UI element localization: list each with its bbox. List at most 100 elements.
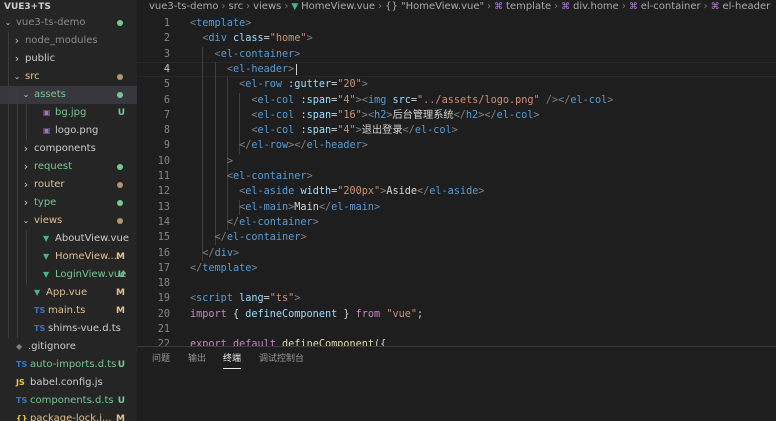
code-line[interactable]: 10 > [137,154,776,169]
tree-item[interactable]: ⌄ views [0,212,137,230]
tree-item[interactable]: › request [0,158,137,176]
code-token: :span [300,94,332,106]
line-number: 13 [157,201,170,213]
code-line[interactable]: 7 <el-col :span="16"><h2>后台管理系统</h2></el… [137,108,776,123]
chevron-down-icon[interactable]: ⌄ [13,68,21,86]
breadcrumb-item[interactable]: template [506,1,551,12]
breadcrumb-item[interactable]: src [228,1,243,12]
tree-item[interactable]: TS auto-imports.d.ts U [0,356,137,374]
indent-guide [26,248,27,266]
code-line[interactable]: 6 <el-col :span="4"><img src="../assets/… [137,93,776,108]
code-token: "20" [337,79,362,91]
code-line[interactable]: 16 </div> [137,246,776,261]
code-token: defineComponent [282,339,375,346]
code-line[interactable]: 20 import { defineComponent } from "vue"; [137,307,776,322]
indent-guide [8,122,9,140]
tree-item[interactable]: ▼ App.vue M [0,284,137,302]
breadcrumb-item[interactable]: {} "HomeView.vue" [385,1,484,12]
tree-item[interactable]: ⌄ assets [0,86,137,104]
tree-item[interactable]: ▣ bg.jpg U [0,104,137,122]
code-line[interactable]: 22 export default defineComponent({ [137,337,776,346]
tree-item[interactable]: › public [0,50,137,68]
code-line[interactable]: 3 <el-container> [137,47,776,62]
code-token: > [294,48,301,60]
code-text: > [190,154,233,169]
git-status-dot [117,218,123,224]
code-line[interactable]: 19 <script lang="ts"> [137,291,776,306]
tree-item[interactable]: ▼ AboutView.vue [0,230,137,248]
line-number: 8 [163,125,170,137]
tree-item[interactable]: ◆ .gitignore [0,338,137,356]
code-line[interactable]: 2 <div class="home"> [137,31,776,46]
code-editor[interactable]: 1 <template> 2 <div class="home"> 3 <el-con… [137,14,776,346]
code-text: </div> [190,246,239,261]
indent-guide [17,212,18,230]
code-line[interactable]: 21 [137,322,776,337]
tree-item[interactable]: › components [0,140,137,158]
tree-item[interactable]: TS shims-vue.d.ts [0,320,137,338]
code-line[interactable]: 5 <el-row :gutter="20"> [137,77,776,92]
code-line[interactable]: 9 </el-row></el-header> [137,138,776,153]
breadcrumb-item[interactable]: div.home [573,1,619,12]
tree-item-label: bg.jpg [55,107,87,118]
line-number: 20 [157,308,170,320]
chevron-right-icon[interactable]: › [22,176,30,194]
code-text: </template> [190,261,258,276]
breadcrumb-item[interactable]: HomeView.vue [301,1,375,12]
code-line[interactable]: 8 <el-col :span="4">退出登录</el-col> [137,123,776,138]
line-number: 10 [157,155,170,167]
tree-item[interactable]: JS babel.config.js [0,374,137,392]
code-line[interactable]: 1 <template> [137,16,776,31]
tree-item[interactable]: › router [0,176,137,194]
tree-item[interactable]: {} package-lock.j... M [0,410,137,421]
code-line[interactable]: 18 [137,276,776,291]
chevron-down-icon[interactable]: ⌄ [4,14,12,32]
tree-item[interactable]: TS components.d.ts U [0,392,137,410]
panel-tab[interactable]: 调试控制台 [259,347,304,371]
breadcrumb-item[interactable]: el-header [723,1,771,12]
chevron-down-icon[interactable]: ⌄ [22,86,30,104]
tree-item[interactable]: › node_modules [0,32,137,50]
tree-item[interactable]: ⌄ vue3-ts-demo [0,14,137,32]
tree-item[interactable]: ▣ logo.png [0,122,137,140]
code-token: </ [294,140,307,152]
breadcrumb-item[interactable]: views [253,1,281,12]
code-line[interactable]: 13 <el-main>Main</el-main> [137,200,776,215]
explorer-root-title[interactable]: VUE3+TS [0,0,137,14]
chevron-right-icon[interactable]: › [22,140,30,158]
tree-item[interactable]: ▼ HomeView.... M [0,248,137,266]
panel-tab[interactable]: 问题 [152,347,170,371]
file-type-icon: TS [16,360,28,369]
code-line[interactable]: 15 </el-container> [137,230,776,245]
indent-guide [17,302,18,320]
chevron-down-icon[interactable]: ⌄ [22,212,30,230]
code-line[interactable]: 14 </el-container> [137,215,776,230]
tree-item[interactable]: › type [0,194,137,212]
code-line[interactable]: 4 <el-header> [137,62,776,77]
breadcrumb-symbol-icon: ⌘ [561,2,574,12]
breadcrumb-item[interactable]: el-container [641,1,701,12]
code-token: el-main [331,201,375,213]
panel-tab[interactable]: 输出 [188,347,206,371]
code-token: el-col [414,125,452,137]
code-token: "16" [337,109,362,121]
chevron-right-icon[interactable]: › [22,194,30,212]
tree-item[interactable]: TS main.ts M [0,302,137,320]
tree-item-label: public [25,53,56,64]
chevron-right-icon[interactable]: › [13,32,21,50]
chevron-right-icon[interactable]: › [22,158,30,176]
tree-item-label: LoginView.vue [55,269,127,280]
code-line[interactable]: 12 <el-aside width="200px">Aside</el-asi… [137,184,776,199]
code-line[interactable]: 17 </template> [137,261,776,276]
tree-item[interactable]: ▼ LoginView.vue U [0,266,137,284]
tree-item-label: AboutView.vue [55,233,129,244]
code-text: import { defineComponent } from "vue"; [190,307,423,322]
panel-tab[interactable]: 终端 [223,347,242,371]
code-token: ; [417,308,424,320]
tree-item[interactable]: ⌄ src [0,68,137,86]
chevron-right-icon[interactable]: › [13,50,21,68]
line-number: 9 [163,140,170,152]
breadcrumb-item[interactable]: vue3-ts-demo [149,1,218,12]
code-line[interactable]: 11 <el-container> [137,169,776,184]
